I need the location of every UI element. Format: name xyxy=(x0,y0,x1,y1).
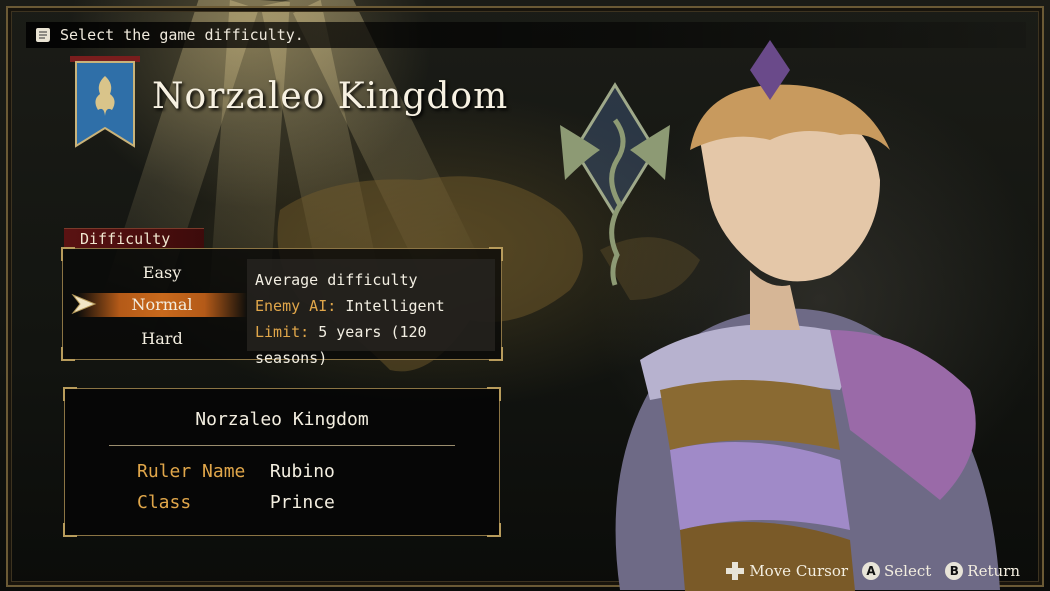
hint-text: Select the game difficulty. xyxy=(60,26,304,44)
button-hints: Move Cursor A Select B Return xyxy=(725,561,1020,581)
difficulty-option-hard[interactable]: Hard xyxy=(77,327,247,351)
difficulty-description: Average difficulty xyxy=(255,271,418,289)
hint-return-label: Return xyxy=(967,562,1020,580)
a-button-icon: A xyxy=(862,562,881,580)
class-label: Class xyxy=(137,492,192,513)
kingdom-info-panel: Norzaleo Kingdom Ruler Name Rubino Class… xyxy=(63,387,501,537)
frame-corner xyxy=(61,247,75,261)
dragon-banner-icon xyxy=(70,56,140,148)
class-row: Class Prince xyxy=(137,492,335,513)
enemy-ai-value: Intelligent xyxy=(345,297,445,315)
character-portrait-rubino xyxy=(615,40,1000,591)
b-button-icon: B xyxy=(945,562,964,580)
selection-cursor-icon xyxy=(71,293,97,315)
info-panel-title: Norzaleo Kingdom xyxy=(195,409,369,430)
frame-corner xyxy=(487,523,501,537)
ruler-name-value: Rubino xyxy=(269,461,335,482)
frame-corner xyxy=(487,387,501,401)
frame-corner xyxy=(63,387,77,401)
hint-select-label: Select xyxy=(884,562,932,580)
difficulty-panel: Easy Normal Hard Average difficulty Enem… xyxy=(61,247,503,367)
page-title: Norzaleo Kingdom xyxy=(152,76,509,117)
difficulty-tab: Difficulty xyxy=(64,228,204,248)
frame-corner xyxy=(61,347,75,361)
ruler-name-label: Ruler Name xyxy=(137,461,246,482)
hint-move-cursor-label: Move Cursor xyxy=(749,562,849,580)
dpad-icon xyxy=(726,562,745,580)
difficulty-option-normal[interactable]: Normal xyxy=(77,293,247,317)
scroll-icon xyxy=(36,28,50,42)
limit-label: Limit: xyxy=(255,323,310,341)
hint-select[interactable]: A Select xyxy=(862,562,931,580)
frame-corner xyxy=(63,523,77,537)
limit-row: Limit: 5 years (120 seasons) xyxy=(255,319,487,371)
difficulty-info-box: Average difficulty Enemy AI: Intelligent… xyxy=(247,259,495,367)
hint-move-cursor[interactable]: Move Cursor xyxy=(725,561,848,581)
hint-return[interactable]: B Return xyxy=(945,562,1020,580)
divider xyxy=(109,445,455,446)
enemy-ai-label: Enemy AI: xyxy=(255,297,337,315)
class-value: Prince xyxy=(269,492,335,513)
difficulty-option-easy[interactable]: Easy xyxy=(77,261,247,285)
enemy-ai-row: Enemy AI: Intelligent xyxy=(255,293,487,319)
ruler-name-row: Ruler Name Rubino xyxy=(137,461,335,482)
